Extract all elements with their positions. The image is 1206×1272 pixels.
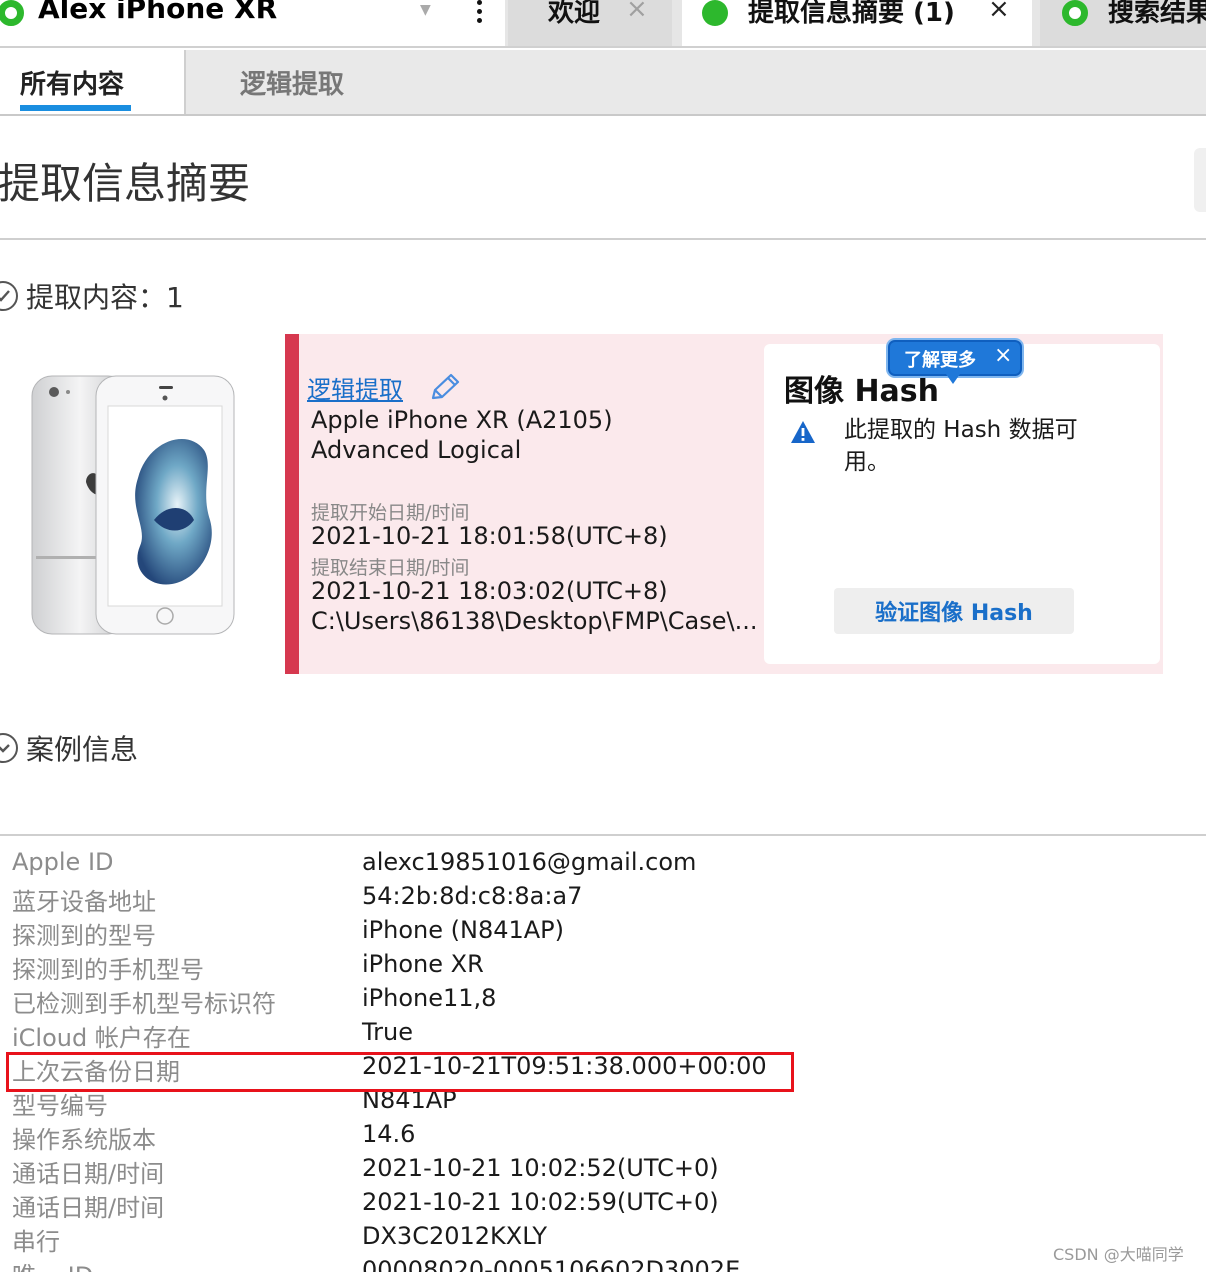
extraction-section-toggle[interactable]: 提取内容：1	[0, 276, 184, 316]
table-row: 串行 DX3C2012KXLY	[0, 1222, 800, 1256]
check-circle-icon	[0, 281, 18, 311]
close-icon[interactable]: ×	[994, 343, 1012, 368]
row-key: 操作系统版本	[12, 1126, 156, 1154]
row-key: 探测到的型号	[12, 922, 156, 950]
tab-welcome[interactable]: 欢迎 ×	[508, 0, 672, 46]
row-value: 14.6	[362, 1120, 416, 1148]
annotation-highlight-box	[6, 1052, 794, 1092]
image-hash-panel: 图像 Hash 此提取的 Hash 数据可用。 验证图像 Hash	[764, 344, 1160, 664]
table-row: 探测到的型号 iPhone (N841AP)	[0, 916, 800, 950]
status-dot-icon	[702, 0, 728, 26]
row-value: iPhone11,8	[362, 984, 497, 1012]
row-value: iPhone (N841AP)	[362, 916, 565, 944]
table-row: Apple ID alexc19851016@gmail.com	[0, 848, 800, 882]
table-row: 通话日期/时间 2021-10-21 10:02:59(UTC+0)	[0, 1188, 800, 1222]
subtab-all-content-label: 所有内容	[20, 70, 125, 100]
page-title: 提取信息摘要	[0, 159, 251, 208]
table-row: 探测到的手机型号 iPhone XR	[0, 950, 800, 984]
table-row: iCloud 帐户存在 True	[0, 1018, 800, 1052]
row-key: 唯一 ID	[12, 1256, 93, 1272]
row-key: 蓝牙设备地址	[12, 888, 156, 916]
device-status-icon	[0, 0, 24, 26]
top-tab-bar: Alex iPhone XR ▼ 欢迎 × 提取信息摘要 (1) × 搜索结果	[0, 0, 1206, 48]
row-key: 已检测到手机型号标识符	[12, 990, 276, 1018]
edit-pencil-icon[interactable]	[427, 372, 461, 404]
row-key: 探测到的手机型号	[12, 956, 204, 984]
device-selector[interactable]: Alex iPhone XR ▼	[0, 0, 505, 46]
warning-icon	[791, 421, 815, 443]
status-ring-icon	[1062, 0, 1088, 26]
row-value: 54:2b:8d:c8:8a:a7	[362, 882, 583, 910]
device-name: Alex iPhone XR	[38, 0, 278, 25]
logical-extraction-link[interactable]: 逻辑提取	[307, 370, 403, 405]
row-value: 00008020-0005106602D3002E	[362, 1256, 741, 1272]
tab-search-results-label: 搜索结果	[1108, 0, 1206, 28]
hash-available-message: 此提取的 Hash 数据可用。	[844, 417, 1078, 475]
tooltip-pointer	[946, 374, 960, 384]
device-model: Apple iPhone XR (A2105)	[311, 406, 613, 434]
watermark: CSDN @大喵同学	[1053, 1245, 1184, 1264]
tab-welcome-label: 欢迎	[548, 0, 601, 28]
active-tab-indicator	[20, 105, 131, 111]
start-time-value: 2021-10-21 18:01:58(UTC+8)	[311, 522, 668, 550]
subtab-logical-extraction[interactable]: 逻辑提取	[184, 50, 1206, 114]
end-time-label: 提取结束日期/时间	[311, 557, 470, 579]
toolbar-button-edge[interactable]	[1194, 148, 1206, 212]
row-key: iCloud 帐户存在	[12, 1024, 191, 1052]
row-value: alexc19851016@gmail.com	[362, 848, 697, 876]
subtab-all-content[interactable]: 所有内容	[0, 50, 184, 114]
learn-more-tip[interactable]: 了解更多 ×	[888, 340, 1022, 376]
tab-extraction-summary[interactable]: 提取信息摘要 (1) ×	[682, 0, 1032, 46]
more-options-icon[interactable]	[470, 0, 490, 28]
verify-image-hash-button[interactable]: 验证图像 Hash	[834, 588, 1074, 634]
chevron-down-icon[interactable]: ▼	[420, 2, 431, 18]
extraction-card: 逻辑提取 Apple iPhone XR (A2105) Advanced Lo…	[285, 334, 1163, 674]
close-icon[interactable]: ×	[988, 0, 1010, 24]
device-image	[31, 375, 235, 635]
row-key: 通话日期/时间	[12, 1194, 165, 1222]
content-subtabs: 所有内容 逻辑提取	[0, 50, 1206, 116]
row-value: iPhone XR	[362, 950, 484, 978]
table-row: 已检测到手机型号标识符 iPhone11,8	[0, 984, 800, 1018]
header-divider	[0, 238, 1206, 240]
extraction-section-heading: 提取内容：1	[26, 281, 184, 314]
case-section-heading: 案例信息	[26, 733, 139, 766]
row-value: DX3C2012KXLY	[362, 1222, 548, 1250]
case-section-toggle[interactable]: 案例信息	[0, 728, 138, 768]
table-row: 唯一 ID 00008020-0005106602D3002E	[0, 1256, 800, 1272]
tab-search-results[interactable]: 搜索结果	[1040, 0, 1206, 46]
tab-extraction-summary-label: 提取信息摘要 (1)	[748, 0, 955, 28]
close-icon[interactable]: ×	[626, 0, 648, 24]
learn-more-label: 了解更多	[904, 350, 976, 371]
start-time-label: 提取开始日期/时间	[311, 502, 470, 524]
row-value: True	[362, 1018, 413, 1046]
table-row: 通话日期/时间 2021-10-21 10:02:52(UTC+0)	[0, 1154, 800, 1188]
case-divider	[0, 834, 1206, 836]
chevron-down-circle-icon	[0, 733, 18, 763]
subtab-logical-extraction-label: 逻辑提取	[240, 70, 345, 100]
row-key: 通话日期/时间	[12, 1160, 165, 1188]
extraction-type: Advanced Logical	[311, 436, 522, 464]
case-path: C:\Users\86138\Desktop\FMP\Case\...	[311, 607, 758, 635]
row-key: Apple ID	[12, 848, 114, 876]
row-value: 2021-10-21 10:02:59(UTC+0)	[362, 1188, 719, 1216]
end-time-value: 2021-10-21 18:03:02(UTC+8)	[311, 577, 668, 605]
table-row: 蓝牙设备地址 54:2b:8d:c8:8a:a7	[0, 882, 800, 916]
table-row: 操作系统版本 14.6	[0, 1120, 800, 1154]
row-key: 串行	[12, 1228, 60, 1256]
row-value: 2021-10-21 10:02:52(UTC+0)	[362, 1154, 719, 1182]
